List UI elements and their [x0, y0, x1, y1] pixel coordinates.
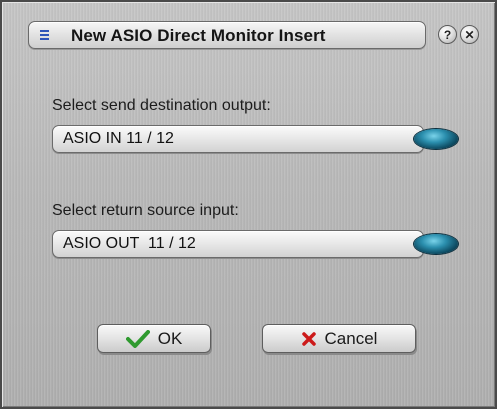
close-button[interactable]: ✕	[460, 25, 479, 44]
title-bar[interactable]: New ASIO Direct Monitor Insert	[28, 21, 426, 49]
dialog-title: New ASIO Direct Monitor Insert	[71, 26, 326, 45]
asio-direct-monitor-dialog: New ASIO Direct Monitor Insert ? ✕ Selec…	[0, 0, 497, 409]
return-source-value: ASIO OUT 11 / 12	[63, 235, 196, 252]
return-source-label: Select return source input:	[52, 202, 239, 219]
return-source-select[interactable]: ASIO OUT 11 / 12	[52, 230, 424, 258]
menu-icon[interactable]	[37, 28, 51, 42]
help-button[interactable]: ?	[438, 25, 457, 44]
cancel-label: Cancel	[324, 328, 378, 348]
help-icon: ?	[443, 27, 452, 42]
send-destination-value: ASIO IN 11 / 12	[63, 130, 174, 147]
send-destination-label: Select send destination output:	[52, 97, 271, 114]
send-dropdown-indicator-icon[interactable]	[414, 129, 458, 149]
close-icon: ✕	[464, 27, 475, 42]
return-dropdown-indicator-icon[interactable]	[414, 234, 458, 254]
checkmark-icon	[125, 329, 150, 348]
cancel-button[interactable]: Cancel	[262, 324, 416, 353]
x-icon	[301, 331, 316, 346]
ok-label: OK	[157, 328, 183, 348]
ok-button[interactable]: OK	[97, 324, 211, 353]
send-destination-select[interactable]: ASIO IN 11 / 12	[52, 125, 424, 153]
